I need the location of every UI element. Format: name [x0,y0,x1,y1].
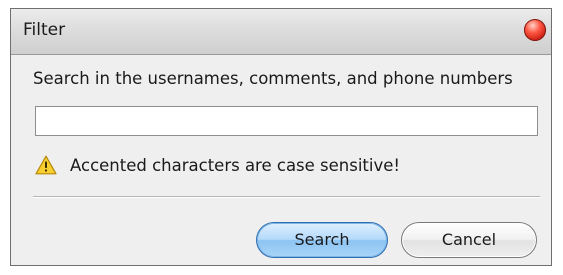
dialog-title: Filter [23,20,66,40]
warning-text: Accented characters are case sensitive! [70,156,401,175]
search-button[interactable]: Search [256,222,388,258]
warning-triangle-icon [35,155,57,175]
title-bar[interactable]: Filter [11,9,551,55]
divider [33,196,540,198]
filter-dialog: Filter Search in the usernames, comments… [10,8,552,266]
search-input[interactable] [35,106,538,136]
cancel-button[interactable]: Cancel [401,222,537,258]
search-prompt-label: Search in the usernames, comments, and p… [33,69,513,88]
close-icon[interactable] [524,19,546,41]
